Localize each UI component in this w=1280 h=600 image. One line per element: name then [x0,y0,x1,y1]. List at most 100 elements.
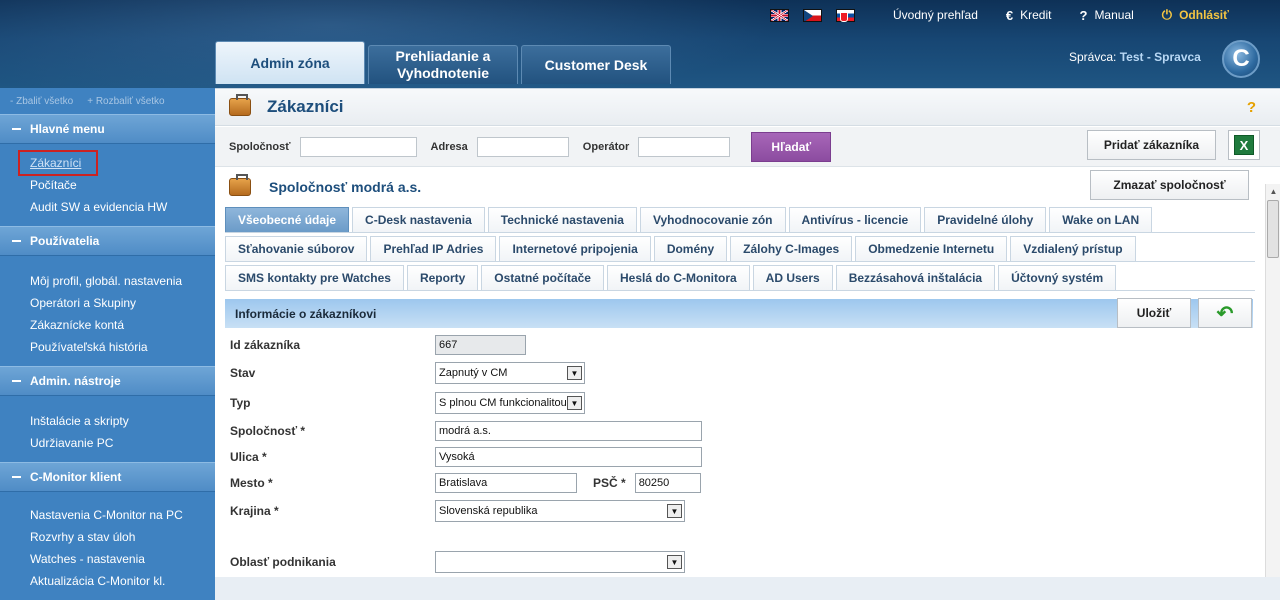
dropdown-arrow-icon: ▼ [667,555,682,569]
status-select[interactable]: Zapnutý v CM ▼ [435,362,585,384]
dropdown-arrow-icon: ▼ [667,504,682,518]
type-label: Typ [230,396,251,410]
type-select[interactable]: S plnou CM funkcionalitou ▼ [435,392,585,414]
home-link-label: Úvodný prehľad [893,8,978,22]
customer-id-label: Id zákazníka [230,338,301,352]
power-icon: ⏻ [1161,7,1173,22]
operator-search-label: Operátor [582,140,630,153]
subtab-technical-settings[interactable]: Technické nastavenia [487,207,637,232]
logout-link-label: Odhlásiť [1179,8,1229,22]
customer-info-section-header: Informácie o zákazníkovi [225,299,1253,328]
delete-company-button[interactable]: Zmazať spoločnosť [1090,170,1249,200]
form-row-city: Mesto * Bratislava PSČ * 80250 [230,472,1130,494]
subtab-general[interactable]: Všeobecné údaje [225,207,350,232]
subtab-accounting-system[interactable]: Účtovný systém [998,265,1117,290]
subtab-unattended-install[interactable]: Bezzásahová inštalácia [835,265,996,290]
search-bar: Spoločnosť Adresa Operátor Hľadať Pridať… [215,127,1280,167]
flag-cz-icon[interactable] [803,8,822,22]
save-button[interactable]: Uložiť [1117,298,1191,328]
manual-link[interactable]: ? Manual [1079,8,1133,23]
form-row-id: Id zákazníka 667 [230,334,1130,356]
sidebar-item-cmonitor-settings[interactable]: Nastavenia C-Monitor na PC [30,504,215,526]
flag-sk-icon[interactable] [836,8,855,22]
company-field[interactable]: modrá a.s. [435,421,702,441]
sidebar-item-customer-accounts[interactable]: Zákaznícke kontá [30,314,215,336]
business-area-select[interactable]: ▼ [435,551,685,573]
subtab-remote-access[interactable]: Vzdialený prístup [1010,236,1136,261]
expand-all-link[interactable]: + Rozbaliť všetko [87,96,164,107]
subtab-row: Sťahovanie súborov Prehľad IP Adries Int… [225,236,1255,262]
country-select-value: Slovenská republika [439,505,538,517]
subtab-wake-on-lan[interactable]: Wake on LAN [1049,207,1153,232]
city-label: Mesto * [230,476,273,490]
sidebar-section-cmonitor-client[interactable]: C-Monitor klient [0,462,215,492]
excel-export-button[interactable]: X [1228,130,1260,160]
company-search-input[interactable] [299,136,417,157]
sidebar-item-pc-maintenance[interactable]: Udržiavanie PC [30,432,215,454]
subtab-antivirus[interactable]: Antivírus - licencie [788,207,922,232]
subtab-sms-contacts[interactable]: SMS kontakty pre Watches [225,265,404,290]
sidebar-item-watches[interactable]: Watches - nastavenia [30,548,215,570]
tab-overview-evaluation[interactable]: Prehliadanie a Vyhodnotenie [368,45,518,84]
tab-customer-desk[interactable]: Customer Desk [521,45,671,84]
flag-uk-icon[interactable] [770,8,789,22]
customer-id-field: 667 [435,335,526,355]
subtab-row: Všeobecné údaje C-Desk nastavenia Techni… [225,207,1255,233]
zip-field[interactable]: 80250 [634,473,701,493]
subtab-scheduled-tasks[interactable]: Pravidelné úlohy [924,207,1047,232]
subtab-cdesk-settings[interactable]: C-Desk nastavenia [352,207,485,232]
subtab-zone-evaluation[interactable]: Vyhodnocovanie zón [639,207,786,232]
briefcase-icon [229,173,251,196]
add-customer-button[interactable]: Pridať zákazníka [1087,130,1216,160]
sidebar-item-schedules[interactable]: Rozvrhy a stav úloh [30,526,215,548]
street-field[interactable]: Vysoká [435,447,702,467]
search-button[interactable]: Hľadať [751,131,832,162]
subtab-reports[interactable]: Reporty [406,265,479,290]
sidebar-section-items: Môj profil, globál. nastavenia Operátori… [0,256,215,366]
back-button[interactable]: ↶ [1198,298,1252,328]
sidebar-item-my-profile[interactable]: Môj profil, globál. nastavenia [30,270,215,292]
tab-admin-zone[interactable]: Admin zóna [215,41,365,84]
sidebar-item-customers[interactable]: Zákazníci [18,150,98,176]
page-title: Zákazníci [267,97,344,116]
subtab-c-images[interactable]: Zálohy C-Images [730,236,853,261]
home-link[interactable]: Úvodný prehľad [893,8,978,22]
operator-search-input[interactable] [638,136,731,157]
form-row-status: Stav Zapnutý v CM ▼ [230,362,1130,384]
country-select[interactable]: Slovenská republika ▼ [435,500,685,522]
logout-link[interactable]: ⏻ Odhlásiť [1162,7,1229,23]
subtab-cmonitor-passwords[interactable]: Heslá do C-Monitora [606,265,750,290]
collapse-all-link[interactable]: - Zbaliť všetko [10,96,73,107]
subtab-other-computers[interactable]: Ostatné počítače [481,265,604,290]
sidebar-section-main-menu[interactable]: Hlavné menu [0,114,215,144]
admin-user[interactable]: Test - Spravca [1120,50,1201,64]
zip-label: PSČ * [593,476,626,490]
dropdown-arrow-icon: ▼ [567,396,582,410]
subtab-internet-connections[interactable]: Internetové pripojenia [499,236,651,261]
credit-link[interactable]: € Kredit [1006,8,1052,23]
tab-overview-label-line1: Prehliadanie a [395,48,491,64]
subtab-internet-restriction[interactable]: Obmedzenie Internetu [855,236,1008,261]
subtab-ad-users[interactable]: AD Users [752,265,833,290]
subtab-ip-addresses[interactable]: Prehľad IP Adries [370,236,497,261]
question-icon: ? [1079,7,1088,23]
subtabs: Všeobecné údaje C-Desk nastavenia Techni… [225,207,1255,294]
address-search-input[interactable] [476,136,569,157]
scrollbar-thumb[interactable] [1267,200,1279,258]
vertical-scrollbar[interactable]: ▲ [1265,184,1280,577]
sidebar-item-audit-sw[interactable]: Audit SW a evidencia HW [30,196,215,218]
city-field[interactable]: Bratislava [435,473,577,493]
sidebar-item-user-history[interactable]: Používateľská história [30,336,215,358]
sidebar-item-installations[interactable]: Inštalácie a skripty [30,410,215,432]
sidebar-item-computers[interactable]: Počítače [30,174,215,196]
scroll-up-icon[interactable]: ▲ [1266,184,1280,199]
subtab-downloads[interactable]: Sťahovanie súborov [225,236,368,261]
sidebar-item-cmonitor-update[interactable]: Aktualizácia C-Monitor kl. [30,570,215,592]
sidebar-section-admin-tools[interactable]: Admin. nástroje [0,366,215,396]
subtab-domains[interactable]: Domény [653,236,728,261]
sidebar-item-operators[interactable]: Operátori a Skupiny [30,292,215,314]
company-name: Spoločnosť modrá a.s. [269,178,422,195]
cmonitor-logo: C [1222,40,1260,78]
help-icon[interactable]: ? [1247,99,1256,116]
sidebar-section-users[interactable]: Používatelia [0,226,215,256]
